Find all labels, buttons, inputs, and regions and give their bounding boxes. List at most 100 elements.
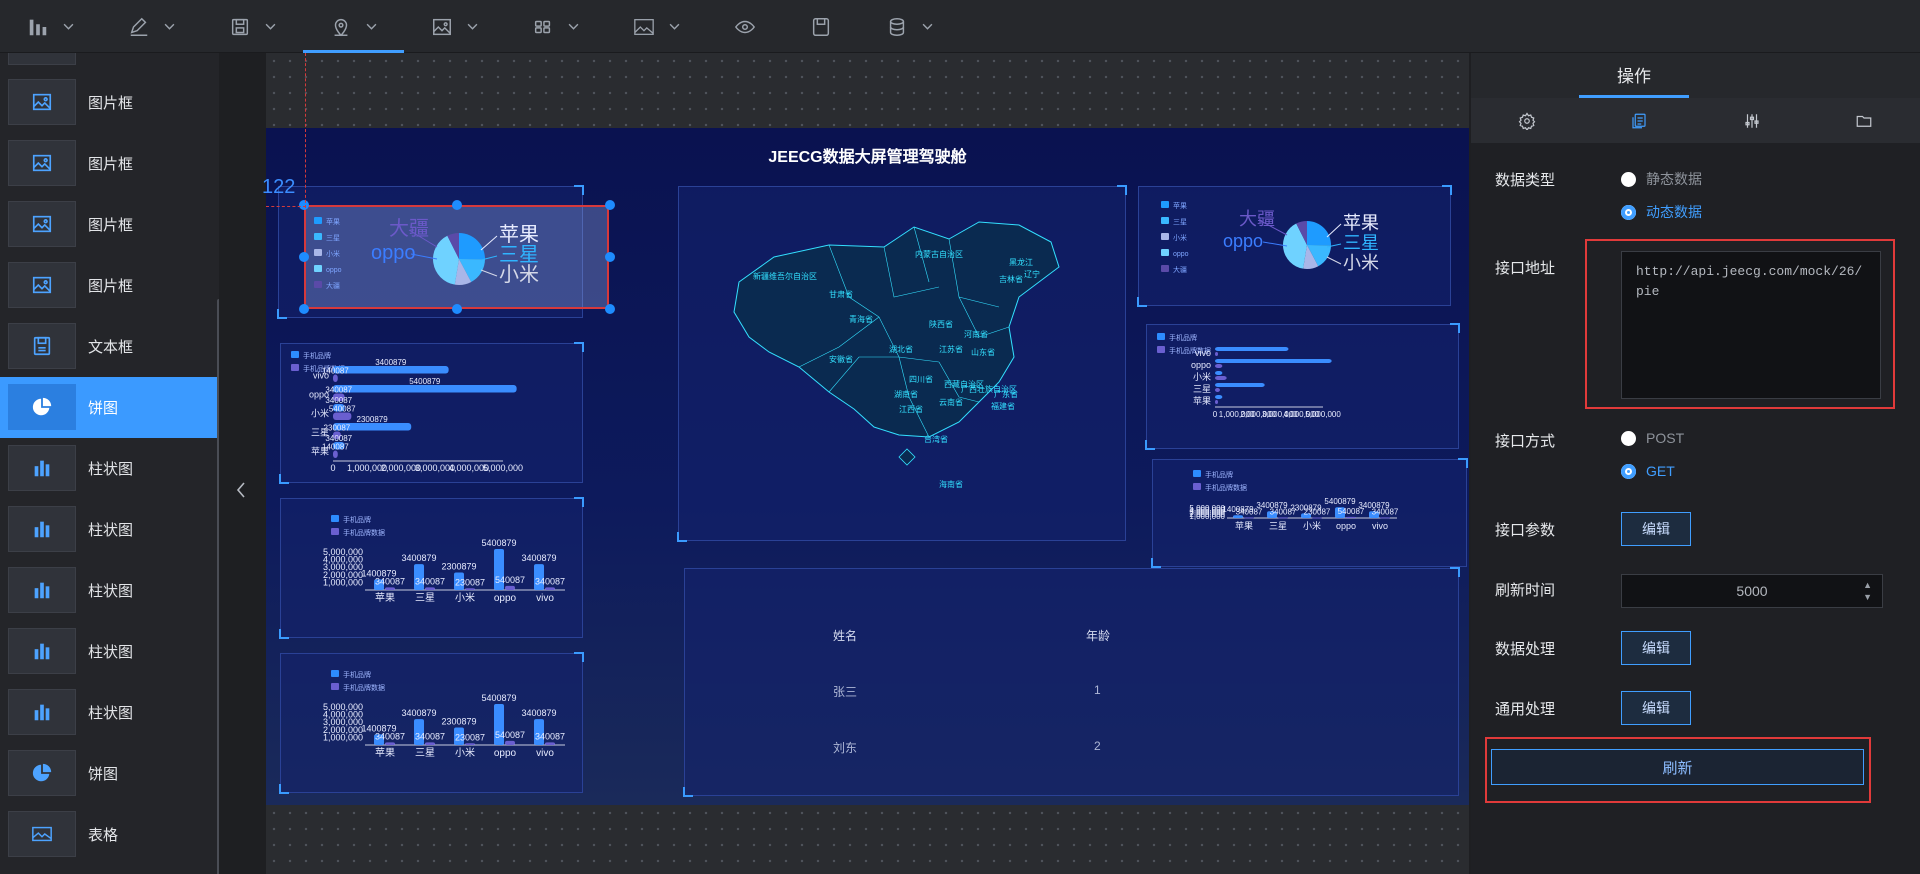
edit-general-process-button[interactable]: 编辑	[1621, 691, 1691, 725]
toolbar-floppy-button[interactable]	[783, 0, 859, 53]
vbar-widget-2[interactable]: 手机品牌 手机品牌数据 1,000,000 2,000,000 3,000,000 4,0…	[279, 652, 584, 794]
collapse-sidebar-button[interactable]	[225, 470, 257, 510]
image-icon	[32, 215, 52, 233]
category-label: oppo	[1336, 521, 1356, 531]
component-item-textbox[interactable]: 文本框	[0, 316, 219, 377]
panel-header	[1471, 53, 1920, 98]
refresh-time-label: 刷新时间	[1495, 582, 1556, 599]
map-region-label: 山东省	[971, 347, 995, 357]
component-label: 图片框	[88, 278, 134, 295]
pie-slice	[459, 233, 485, 260]
component-item-image-1[interactable]: 图片框	[0, 72, 219, 133]
component-item-bar-2[interactable]: 柱状图	[0, 499, 219, 560]
vbar-widget-1[interactable]: 手机品牌 手机品牌数据 1,000,000 2,000,000 3,000,000 4,0…	[279, 497, 584, 639]
component-item-pie-2[interactable]: 饼图	[0, 743, 219, 804]
refresh-time-input[interactable]: 5000 ▲ ▼	[1621, 574, 1883, 608]
legend-swatch	[314, 233, 322, 240]
legend-label: 手机品牌数据	[343, 683, 385, 692]
toolbar-map-button[interactable]	[303, 0, 404, 53]
legend-label: 手机品牌数据	[343, 528, 385, 537]
pie-widget-2[interactable]: 苹果 三星 小米 oppo 大疆 苹果 三星 小米 oppo 大疆	[1137, 185, 1452, 307]
bar	[333, 366, 449, 374]
component-item-bar-4[interactable]: 柱状图	[0, 621, 219, 682]
edit-params-button[interactable]: 编辑	[1621, 512, 1691, 546]
component-item-image-2[interactable]: 图片框	[0, 133, 219, 194]
toolbar-preview-button[interactable]	[707, 0, 783, 53]
component-item-image-4[interactable]: 图片框	[0, 255, 219, 316]
pie-label-line	[1326, 256, 1342, 265]
big-screen-canvas[interactable]: JEECG数据大屏管理驾驶舱 苹果 三星 小米 oppo 大疆 苹果 三星 小米 oppo 大疆 …	[266, 128, 1469, 805]
component-item-bar-1[interactable]: 柱状图	[0, 438, 219, 499]
resize-handle[interactable]	[605, 252, 615, 262]
legend-label: 三星	[326, 234, 340, 242]
component-item-image-3[interactable]: 图片框	[0, 194, 219, 255]
radio-post[interactable]: POST	[1621, 430, 1684, 446]
pie-label: 苹果	[1343, 213, 1379, 233]
selected-pie-widget[interactable]: 苹果 三星 小米 oppo 大疆 苹果 三星 小米 oppo 大疆	[304, 205, 609, 309]
bar	[333, 385, 517, 393]
toolbar-pen-button[interactable]	[101, 0, 202, 53]
component-list-scrollbar[interactable]	[217, 299, 219, 874]
radio-static-data[interactable]: 静态数据	[1621, 169, 1702, 189]
resize-handle[interactable]	[605, 200, 615, 210]
bar	[385, 587, 395, 590]
stepper-icon[interactable]: ▲ ▼	[1863, 579, 1872, 603]
toolbar-grid-button[interactable]	[505, 0, 606, 53]
tab-data[interactable]	[1583, 98, 1695, 143]
map-widget[interactable]: 内蒙古自治区 黑龙江 吉林省 辽宁 新疆维吾尔自治区 甘肃省 青海省 陕西省 河南省 山东省 江苏省…	[677, 185, 1127, 542]
map-region-label: 江苏省	[939, 344, 963, 354]
image-icon	[32, 93, 52, 111]
image-icon	[433, 18, 451, 35]
category-label: 三星	[1193, 384, 1211, 394]
pie-icon	[32, 763, 52, 782]
resize-handle[interactable]	[299, 200, 309, 210]
tab-operation[interactable]: 操作	[1579, 53, 1689, 98]
hbar-widget-2[interactable]: 手机品牌 手机品牌数据 vivo oppo 小米 三星 苹果 0 1,000,000 2,000,…	[1145, 323, 1460, 450]
resize-handle[interactable]	[452, 304, 462, 314]
tab-settings[interactable]	[1471, 98, 1583, 143]
bar	[425, 587, 435, 590]
toolbar-database-button[interactable]	[859, 0, 960, 53]
radio-get[interactable]: GET	[1621, 463, 1675, 479]
component-item-bar-3[interactable]: 柱状图	[0, 560, 219, 621]
radio-label: 静态数据	[1646, 171, 1702, 187]
component-label: 表格	[88, 827, 119, 844]
category-label: oppo	[1191, 360, 1211, 370]
toolbar-save-button[interactable]	[202, 0, 303, 53]
component-item-partial[interactable]	[0, 53, 219, 73]
component-label: 柱状图	[88, 522, 134, 539]
edit-data-process-button[interactable]: 编辑	[1621, 631, 1691, 665]
legend-swatch	[1161, 265, 1169, 272]
text-box-icon	[33, 336, 51, 356]
data-label: 2300879	[441, 562, 476, 572]
tab-adjust[interactable]	[1696, 98, 1808, 143]
legend-label: 小米	[1173, 233, 1187, 242]
bar	[1312, 517, 1322, 519]
data-label: 340087	[375, 731, 405, 741]
category-label: 小米	[455, 746, 475, 759]
resize-handle[interactable]	[605, 304, 615, 314]
pie-label: 三星	[499, 244, 539, 266]
app-root: 图片框 图片框 图片框 图片框 文本框 饼图 柱状图 柱状图 柱状图 柱状图 柱…	[0, 0, 1920, 874]
pie-label-line	[480, 269, 498, 277]
resize-handle[interactable]	[299, 252, 309, 262]
toolbar-image-button[interactable]	[404, 0, 505, 53]
vbar-widget-3[interactable]: 手机品牌 手机品牌数据 1,000,000 2,000,000 3,000,000 4,0…	[1151, 458, 1468, 568]
legend-swatch	[331, 670, 339, 677]
toolbar-chart-button[interactable]	[0, 0, 101, 53]
resize-handle[interactable]	[452, 200, 462, 210]
hbar-widget[interactable]: 手机品牌 手机品牌数据 vivo 3400879 140087 oppo 5400879 34…	[279, 342, 584, 484]
legend-label: 大疆	[1173, 265, 1187, 274]
toolbar-picture-button[interactable]	[606, 0, 707, 53]
radio-dynamic-data[interactable]: 动态数据	[1621, 202, 1702, 222]
map-region-label: 江西省	[899, 404, 923, 414]
legend-label: oppo	[326, 267, 342, 274]
bar	[1278, 517, 1288, 519]
resize-handle[interactable]	[299, 304, 309, 314]
component-item-table[interactable]: 表格	[0, 804, 219, 865]
eye-icon	[734, 20, 756, 33]
component-item-pie-selected[interactable]: 饼图	[0, 377, 219, 438]
tab-folder[interactable]	[1808, 98, 1920, 143]
table-widget[interactable]: 姓名 年龄 张三 1 刘东 2	[683, 567, 1460, 797]
component-item-bar-5[interactable]: 柱状图	[0, 682, 219, 743]
